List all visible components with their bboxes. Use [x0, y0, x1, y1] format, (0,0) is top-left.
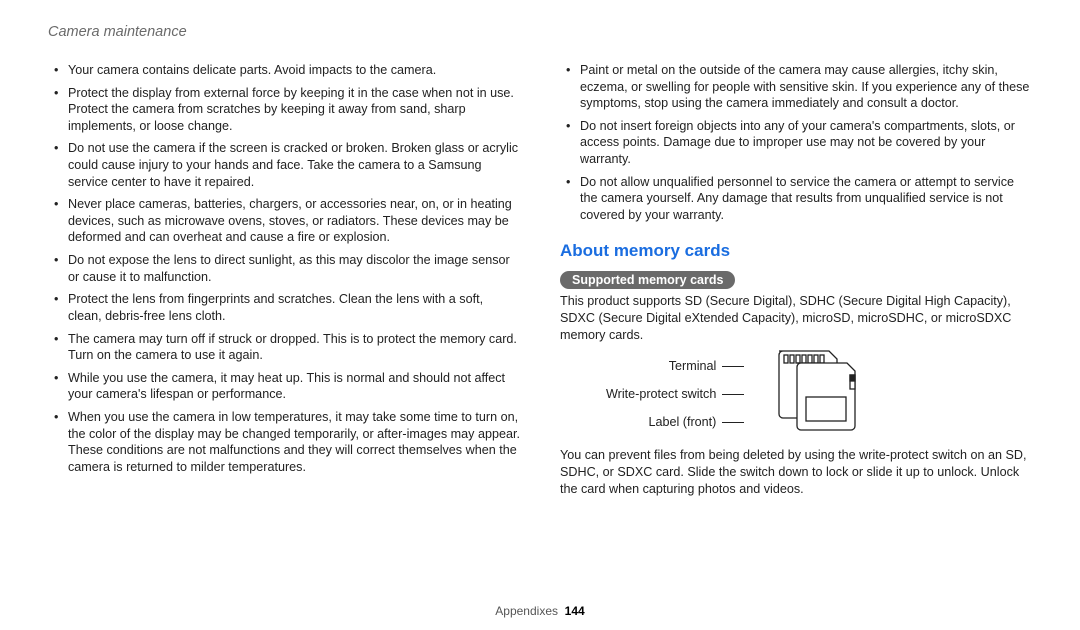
write-protect-text: You can prevent files from being deleted… — [560, 447, 1032, 497]
list-item: Do not expose the lens to direct sunligh… — [54, 252, 520, 285]
page-header: Camera maintenance — [48, 24, 1032, 40]
list-item: Paint or metal on the outside of the cam… — [566, 62, 1032, 112]
list-item: Never place cameras, batteries, chargers… — [54, 196, 520, 246]
supported-cards-text: This product supports SD (Secure Digital… — [560, 293, 1032, 343]
page-container: Camera maintenance Your camera contains … — [0, 0, 1080, 630]
footer-page-number: 144 — [565, 604, 585, 618]
label-write-protect-switch: Write-protect switch — [606, 387, 744, 401]
left-column: Your camera contains delicate parts. Avo… — [48, 62, 520, 503]
sd-card-diagram: Terminal Write-protect switch Label (fro… — [560, 349, 1032, 439]
footer-section: Appendixes — [495, 604, 558, 618]
list-item: Do not insert foreign objects into any o… — [566, 118, 1032, 168]
left-bullet-list: Your camera contains delicate parts. Avo… — [48, 62, 520, 475]
list-item: Do not allow unqualified personnel to se… — [566, 174, 1032, 224]
page-footer: Appendixes 144 — [0, 604, 1080, 618]
list-item: The camera may turn off if struck or dro… — [54, 331, 520, 364]
right-column: Paint or metal on the outside of the cam… — [560, 62, 1032, 503]
label-terminal: Terminal — [606, 359, 744, 373]
list-item: When you use the camera in low temperatu… — [54, 409, 520, 475]
pill-supported-memory-cards: Supported memory cards — [560, 271, 735, 289]
list-item: While you use the camera, it may heat up… — [54, 370, 520, 403]
list-item: Your camera contains delicate parts. Avo… — [54, 62, 520, 79]
label-front: Label (front) — [606, 415, 744, 429]
two-column-layout: Your camera contains delicate parts. Avo… — [48, 62, 1032, 503]
section-title-about-memory-cards: About memory cards — [560, 241, 1032, 261]
list-item: Protect the lens from fingerprints and s… — [54, 291, 520, 324]
right-top-bullet-list: Paint or metal on the outside of the cam… — [560, 62, 1032, 223]
sd-card-icon — [754, 349, 864, 439]
list-item: Protect the display from external force … — [54, 85, 520, 135]
list-item: Do not use the camera if the screen is c… — [54, 140, 520, 190]
